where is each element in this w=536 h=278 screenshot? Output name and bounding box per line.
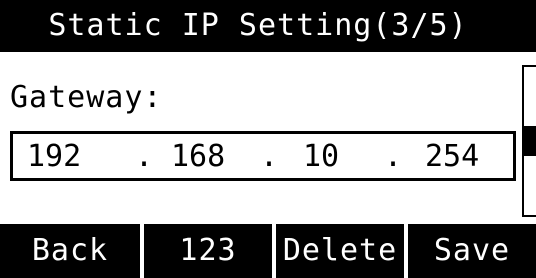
settings-content: Gateway: 192 . 168 . 10 . 254 (0, 52, 536, 224)
back-softkey[interactable]: Back (0, 224, 140, 278)
gateway-label: Gateway: (10, 80, 163, 115)
ip-octet-1[interactable]: 192 (27, 138, 81, 176)
screen-title: Static IP Setting(3/5) (48, 8, 468, 43)
phone-lcd-screen: Static IP Setting(3/5) Gateway: 192 . 16… (0, 0, 536, 278)
delete-softkey[interactable]: Delete (276, 224, 404, 278)
softkey-bar: Back 123 Delete Save (0, 224, 536, 278)
ip-separator-3: . (384, 139, 403, 174)
save-softkey[interactable]: Save (408, 224, 536, 278)
ip-separator-2: . (260, 139, 279, 174)
ip-separator-1: . (135, 139, 154, 174)
title-bar: Static IP Setting(3/5) (0, 0, 536, 52)
ip-octet-3[interactable]: 10 (303, 138, 339, 176)
gateway-ip-input[interactable]: 192 . 168 . 10 . 254 (10, 131, 516, 181)
ip-octet-2[interactable]: 168 (171, 138, 225, 176)
scrollbar[interactable] (522, 65, 536, 217)
input-mode-softkey[interactable]: 123 (144, 224, 272, 278)
scroll-thumb[interactable] (524, 126, 536, 156)
ip-octet-4[interactable]: 254 (425, 138, 479, 176)
